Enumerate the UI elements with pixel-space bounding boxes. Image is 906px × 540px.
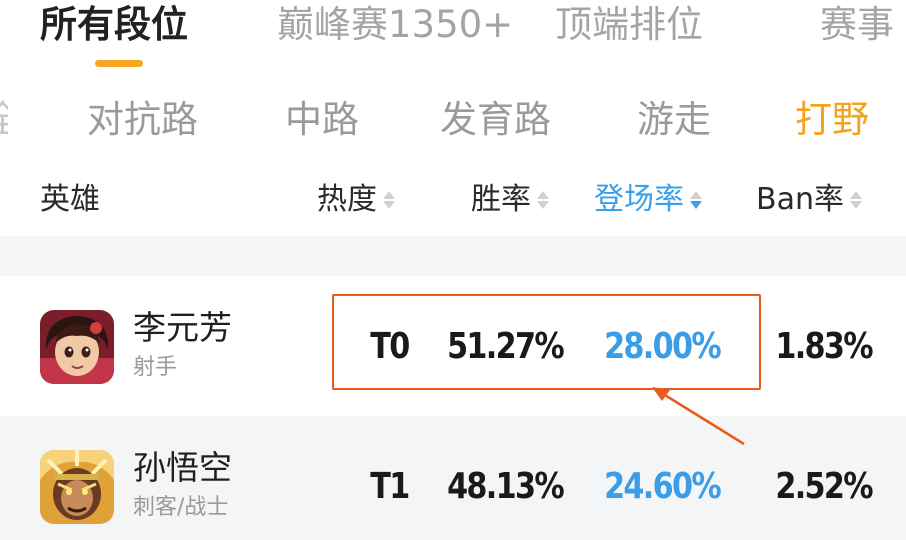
pick-rate-value: 28.00% xyxy=(604,326,722,367)
table-row[interactable]: 孙悟空 刺客/战士 T1 48.13% 24.60% 2.52% xyxy=(0,416,906,540)
column-ban-rate-label: Ban率 xyxy=(756,182,844,217)
active-tab-indicator xyxy=(95,60,143,67)
tab-lane-mid[interactable]: 中路 xyxy=(285,92,359,148)
ban-rate-value: 1.83% xyxy=(775,326,873,367)
column-hero-label: 英雄 xyxy=(40,182,100,217)
column-hero: 英雄 xyxy=(40,175,100,225)
table-row[interactable]: 李元芳 射手 T0 51.27% 28.00% 1.83% xyxy=(0,276,906,416)
tab-lane-all[interactable]: 全部 xyxy=(0,92,8,148)
sort-arrows-icon xyxy=(383,187,395,213)
column-heat[interactable]: 热度 xyxy=(317,175,395,225)
hero-role: 射手 xyxy=(133,355,178,380)
header-divider-band xyxy=(0,236,906,276)
pick-rate-value: 24.60% xyxy=(604,466,722,507)
ban-rate-value: 2.52% xyxy=(775,466,873,507)
lane-tabs: 全部 对抗路 中路 发育路 游走 打野 xyxy=(0,92,906,148)
sort-arrows-icon xyxy=(849,187,862,213)
hero-avatar-sun-wukong xyxy=(40,450,114,524)
column-win-rate[interactable]: 胜率 xyxy=(471,175,549,225)
tier-value: T1 xyxy=(370,466,411,507)
tab-peak-1350[interactable]: 巅峰赛1350+ xyxy=(277,0,513,50)
hero-role: 刺客/战士 xyxy=(133,495,229,520)
column-pick-rate[interactable]: 登场率 xyxy=(594,175,702,225)
hero-ranking-screen: 所有段位 巅峰赛1350+ 顶端排位 赛事 全部 对抗路 中路 发育路 游走 打… xyxy=(0,0,906,540)
tier-value: T0 xyxy=(370,326,411,367)
hero-name: 孙悟空 xyxy=(133,448,232,487)
column-ban-rate[interactable]: Ban率 xyxy=(756,175,862,225)
win-rate-value: 51.27% xyxy=(447,326,565,367)
tab-lane-farm[interactable]: 发育路 xyxy=(440,92,551,148)
sort-arrows-icon xyxy=(537,187,549,213)
tab-lane-clash[interactable]: 对抗路 xyxy=(87,92,198,148)
win-rate-value: 48.13% xyxy=(447,466,565,507)
sort-desc-active-icon xyxy=(690,187,702,213)
tab-lane-jungle[interactable]: 打野 xyxy=(795,92,869,148)
hero-name: 李元芳 xyxy=(133,308,232,347)
tab-all-ranks[interactable]: 所有段位 xyxy=(40,0,188,50)
table-header: 英雄 热度 胜率 登场率 Ban率 xyxy=(0,175,906,225)
tab-top-ranked[interactable]: 顶端排位 xyxy=(555,0,703,50)
hero-avatar-li-yuanfang xyxy=(40,310,114,384)
column-heat-label: 热度 xyxy=(317,182,377,217)
column-win-rate-label: 胜率 xyxy=(471,182,531,217)
tab-tournament[interactable]: 赛事 xyxy=(820,0,894,50)
tab-lane-roam[interactable]: 游走 xyxy=(637,92,711,148)
column-pick-rate-label: 登场率 xyxy=(594,182,684,217)
rank-tier-tabs: 所有段位 巅峰赛1350+ 顶端排位 赛事 xyxy=(0,0,906,76)
